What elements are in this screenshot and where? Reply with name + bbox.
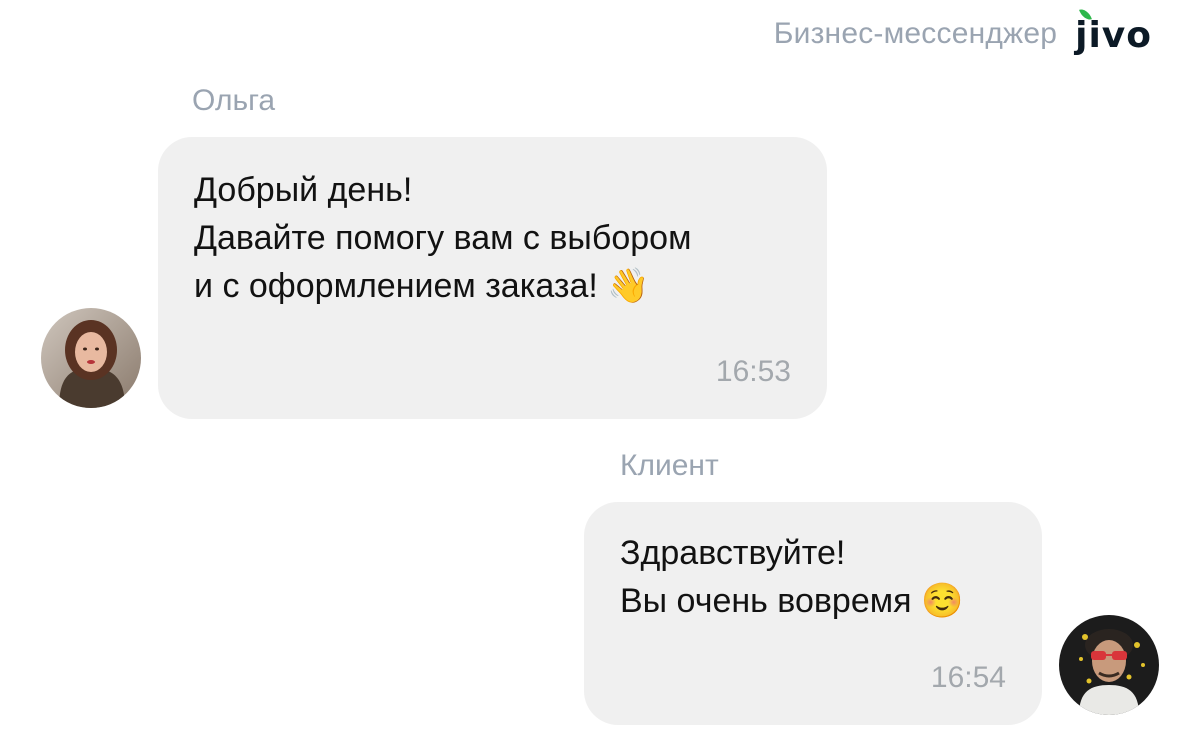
client-name: Клиент xyxy=(620,449,719,482)
agent-avatar-image xyxy=(41,308,141,408)
agent-name: Ольга xyxy=(192,84,276,117)
brand-header: Бизнес-мессенджер jivo xyxy=(773,6,1152,56)
client-message-text: Здравствуйте! Вы очень вовремя ☺️ xyxy=(620,529,963,625)
smiling-face-icon: ☺️ xyxy=(921,581,964,621)
client-avatar[interactable] xyxy=(1059,615,1159,715)
brand-tagline: Бизнес-мессенджер xyxy=(773,17,1058,50)
message-time: 16:54 xyxy=(930,661,1006,694)
client-message-bubble: Здравствуйте! Вы очень вовремя ☺️ 16:54 xyxy=(584,502,1042,725)
message-line-with-emoji: Вы очень вовремя ☺️ xyxy=(620,577,963,625)
agent-message-text: Добрый день! Давайте помогу вам с выборо… xyxy=(194,166,691,310)
client-avatar-image xyxy=(1059,615,1159,715)
message-line-with-emoji: и с оформлением заказа! 👋 xyxy=(194,262,691,310)
message-line: Здравствуйте! xyxy=(620,534,846,572)
message-line: Вы очень вовремя xyxy=(620,582,912,620)
message-line: Давайте помогу вам с выбором xyxy=(194,219,692,257)
message-line: и с оформлением заказа! xyxy=(194,267,598,305)
jivo-logo: jivo xyxy=(1075,6,1152,56)
message-line: Добрый день! xyxy=(194,171,413,209)
message-time: 16:53 xyxy=(715,355,791,388)
waving-hand-icon: 👋 xyxy=(607,266,650,306)
agent-avatar[interactable] xyxy=(41,308,141,408)
logo-text: jivo xyxy=(1075,15,1152,56)
agent-message-bubble: Добрый день! Давайте помогу вам с выборо… xyxy=(158,137,827,419)
